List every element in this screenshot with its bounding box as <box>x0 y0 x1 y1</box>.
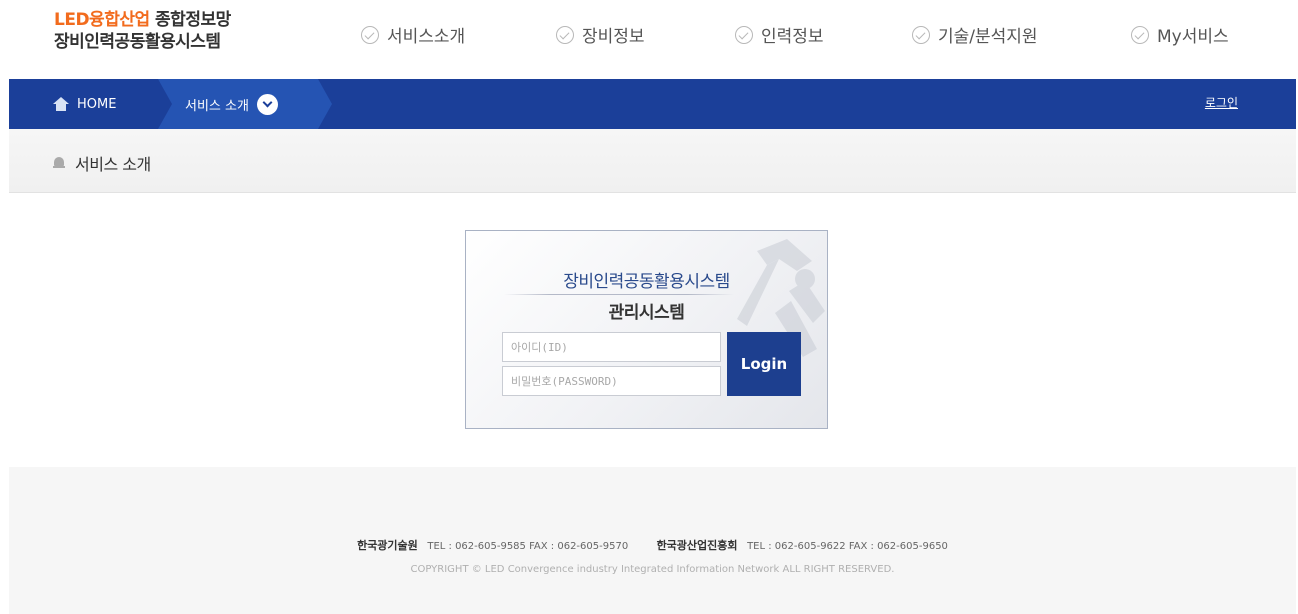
footer-org-1-contact: TEL : 062-605-9585 FAX : 062-605-9570 <box>427 541 629 552</box>
breadcrumb-separator <box>158 79 172 129</box>
user-id-input[interactable] <box>502 332 721 362</box>
bell-icon <box>53 157 65 169</box>
menu-item-equipment[interactable]: 장비정보 <box>556 22 645 47</box>
menu-item-service-intro[interactable]: 서비스소개 <box>361 22 465 47</box>
menu-item-label: My서비스 <box>1157 27 1229 47</box>
footer-org-2: 한국광산업진흥회 <box>656 539 738 552</box>
login-link[interactable]: 로그인 <box>1205 94 1238 111</box>
login-title: 장비인력공동활용시스템 <box>563 272 730 292</box>
check-circle-icon <box>912 25 930 44</box>
footer-contact: 한국광기술원 TEL : 062-605-9585 FAX : 062-605-… <box>9 537 1296 553</box>
home-link[interactable]: HOME <box>53 79 116 129</box>
footer-copyright: COPYRIGHT © LED Convergence industry Int… <box>410 564 895 575</box>
footer-org-2-contact: TEL : 062-605-9622 FAX : 062-605-9650 <box>747 541 948 552</box>
check-circle-icon <box>361 25 379 44</box>
page-title-bar: 서비스 소개 <box>9 129 1296 193</box>
check-circle-icon <box>735 25 753 44</box>
menu-item-label: 서비스소개 <box>387 27 466 47</box>
menu-item-my-service[interactable]: My서비스 <box>1131 22 1229 47</box>
footer-org-1: 한국광기술원 <box>357 539 418 552</box>
page-title-text: 서비스 소개 <box>75 155 151 174</box>
title-divider <box>504 294 734 295</box>
menu-item-personnel[interactable]: 인력정보 <box>735 22 824 47</box>
menu-item-label: 인력정보 <box>761 27 824 47</box>
chevron-down-icon[interactable] <box>256 93 278 115</box>
site-footer: 한국광기술원 TEL : 062-605-9585 FAX : 062-605-… <box>9 467 1296 614</box>
home-label: HOME <box>77 96 117 112</box>
password-input[interactable] <box>502 366 721 396</box>
breadcrumb-separator <box>318 79 332 129</box>
check-circle-icon <box>556 25 574 44</box>
breadcrumb-label: 서비스 소개 <box>185 98 249 114</box>
login-panel: 장비인력공동활용시스템 관리시스템 Login <box>465 230 828 429</box>
breadcrumb-service-intro[interactable]: 서비스 소개 <box>185 79 278 129</box>
site-header: LED융합산업 종합정보망 장비인력공동활용시스템 서비스소개 장비정보 인력정… <box>0 0 1298 79</box>
location-bar: HOME 서비스 소개 로그인 <box>9 79 1296 129</box>
login-subtitle: 관리시스템 <box>608 303 685 323</box>
menu-item-label: 장비정보 <box>582 27 645 47</box>
check-circle-icon <box>1131 25 1149 44</box>
main-menu: 서비스소개 장비정보 인력정보 기술/분석지원 My서비스 <box>0 22 1298 52</box>
page-title: 서비스 소개 <box>53 151 151 175</box>
menu-item-label: 기술/분석지원 <box>938 27 1038 47</box>
menu-item-tech-support[interactable]: 기술/분석지원 <box>912 22 1038 47</box>
login-button[interactable]: Login <box>727 332 801 396</box>
home-icon <box>53 97 69 111</box>
